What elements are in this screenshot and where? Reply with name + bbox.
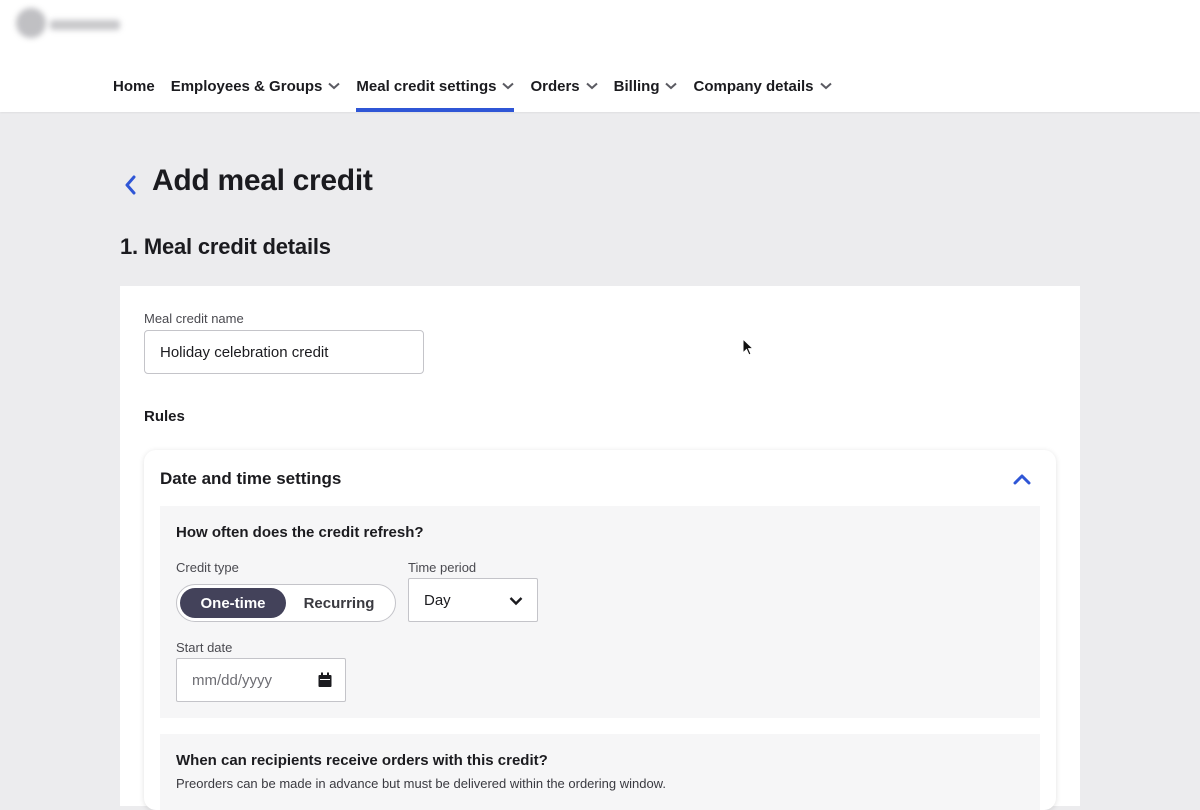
- credit-type-label: Credit type: [176, 560, 239, 575]
- refresh-settings-panel: How often does the credit refresh? Credi…: [160, 506, 1040, 718]
- section-title: 1. Meal credit details: [120, 234, 331, 259]
- meal-credit-name-label: Meal credit name: [144, 311, 244, 326]
- start-date-label: Start date: [176, 640, 233, 655]
- chevron-left-icon[interactable]: [122, 174, 140, 196]
- credit-type-one-time[interactable]: One-time: [180, 588, 286, 618]
- nav-item-meal-credit-settings[interactable]: Meal credit settings: [356, 72, 515, 112]
- start-date-input[interactable]: mm/dd/yyyy: [176, 658, 346, 702]
- credit-type-recurring[interactable]: Recurring: [287, 588, 391, 618]
- start-date-placeholder: mm/dd/yyyy: [192, 672, 273, 689]
- chevron-up-icon[interactable]: [1012, 472, 1032, 486]
- time-period-value: Day: [424, 592, 451, 609]
- nav-item-label: Employees & Groups: [170, 77, 323, 95]
- chevron-down-icon: [585, 82, 598, 90]
- page-title: Add meal credit: [152, 164, 373, 197]
- time-period-label: Time period: [408, 560, 477, 575]
- accordion-title: Date and time settings: [160, 469, 342, 488]
- date-time-settings-accordion: Date and time settings How often does th…: [144, 450, 1056, 810]
- refresh-question: How often does the credit refresh?: [176, 524, 424, 541]
- chevron-down-icon: [328, 82, 341, 90]
- meal-credit-details-card: Meal credit name Rules Date and time set…: [120, 286, 1080, 810]
- logo-wordmark: [50, 20, 120, 30]
- ordering-window-question: When can recipients receive orders with …: [176, 752, 548, 769]
- ordering-window-note: Preorders can be made in advance but mus…: [176, 776, 666, 791]
- ordering-window-panel: When can recipients receive orders with …: [160, 734, 1040, 810]
- main-nav: Home Employees & Groups Meal credit sett…: [113, 72, 848, 112]
- credit-type-toggle: One-time Recurring: [176, 584, 396, 622]
- nav-item-label: Billing: [613, 77, 660, 95]
- nav-item-billing[interactable]: Billing: [614, 72, 678, 100]
- mouse-cursor-icon: [742, 338, 754, 356]
- chevron-down-icon: [509, 597, 523, 606]
- company-logo[interactable]: [16, 6, 126, 46]
- nav-item-company-details[interactable]: Company details: [693, 72, 832, 100]
- chevron-down-icon: [819, 82, 832, 90]
- meal-credit-name-input[interactable]: [144, 330, 424, 374]
- top-header: Home Employees & Groups Meal credit sett…: [0, 0, 1200, 112]
- chevron-down-icon: [502, 82, 515, 90]
- nav-item-label: Home: [113, 77, 155, 95]
- rules-heading: Rules: [144, 408, 185, 425]
- main-content: Add meal credit 1. Meal credit details M…: [0, 112, 1200, 810]
- nav-item-home[interactable]: Home: [113, 72, 155, 100]
- chevron-down-icon: [665, 82, 678, 90]
- time-period-select[interactable]: Day: [408, 578, 538, 622]
- nav-item-label: Meal credit settings: [356, 77, 497, 95]
- nav-item-employees-groups[interactable]: Employees & Groups: [171, 72, 341, 100]
- nav-item-orders[interactable]: Orders: [530, 72, 598, 100]
- logo-mark: [16, 8, 46, 38]
- nav-item-label: Orders: [530, 77, 580, 95]
- calendar-icon[interactable]: [317, 672, 333, 688]
- nav-item-label: Company details: [693, 77, 814, 95]
